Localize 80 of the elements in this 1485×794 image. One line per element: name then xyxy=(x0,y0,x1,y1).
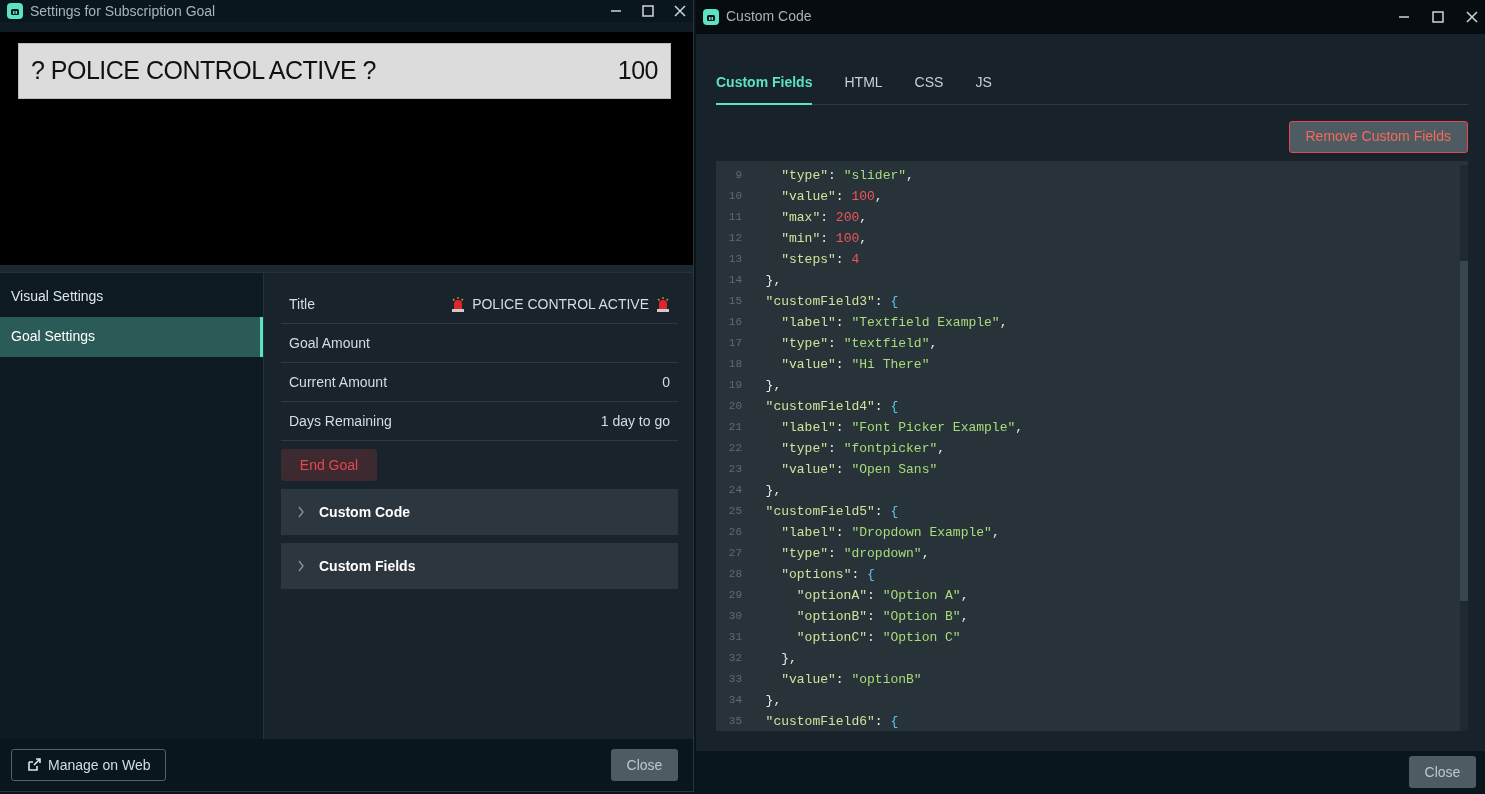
code-line: }, xyxy=(764,376,782,395)
line-number: 30 xyxy=(727,608,743,624)
code-line: "optionC": "Option C" xyxy=(795,628,961,647)
line-number: 17 xyxy=(727,335,743,351)
line-number: 14 xyxy=(727,272,743,288)
code-line: "value": "optionB" xyxy=(780,670,922,689)
line-number: 32 xyxy=(727,650,743,666)
code-line: "customField4": { xyxy=(764,397,899,416)
accordion-header[interactable]: Custom Code xyxy=(281,489,678,535)
field-label: Goal Amount xyxy=(289,333,370,353)
line-number: 10 xyxy=(727,188,743,204)
line-number: 34 xyxy=(727,692,743,708)
field-value: 1 day to go xyxy=(600,411,670,431)
code-line: "value": "Open Sans" xyxy=(780,460,938,479)
goal-label: ? POLICE CONTROL ACTIVE ? xyxy=(31,55,376,87)
tab[interactable]: JS xyxy=(975,71,992,105)
code-line: "max": 200, xyxy=(780,208,868,227)
code-line: "optionB": "Option B", xyxy=(795,607,969,626)
code-line: "customField3": { xyxy=(764,292,899,311)
close-icon[interactable] xyxy=(1466,10,1478,23)
code-line: "min": 100, xyxy=(780,229,868,248)
code-line: }, xyxy=(764,271,782,290)
code-line: "optionA": "Option A", xyxy=(795,586,969,605)
sidebar-item[interactable]: Visual Settings xyxy=(0,276,263,317)
code-line: }, xyxy=(780,649,797,668)
field-label: Days Remaining xyxy=(289,411,392,431)
close-button[interactable]: Close xyxy=(611,749,678,781)
chevron-icon xyxy=(297,560,305,572)
accordion-header[interactable]: Custom Fields xyxy=(281,543,678,589)
field-value: POLICE CONTROL ACTIVE xyxy=(472,294,649,314)
line-number: 15 xyxy=(727,293,743,309)
window-title: Custom Code xyxy=(726,7,812,27)
tab[interactable]: HTML xyxy=(844,71,883,105)
line-number: 33 xyxy=(727,671,743,687)
code-line: }, xyxy=(764,691,782,710)
field-label: Title xyxy=(289,294,315,314)
code-line: "type": "dropdown", xyxy=(780,544,930,563)
external-link-icon xyxy=(27,758,41,772)
sidebar-item[interactable]: Goal Settings xyxy=(0,316,263,357)
code-line: "type": "slider", xyxy=(780,166,914,185)
manage-on-web-button[interactable]: Manage on Web xyxy=(11,749,167,781)
field-label: Current Amount xyxy=(289,372,388,392)
code-line: }, xyxy=(764,481,782,500)
close-icon[interactable] xyxy=(674,5,686,17)
code-line: "options": { xyxy=(780,565,875,584)
maximize-icon[interactable] xyxy=(1432,10,1444,23)
field-value: 0 xyxy=(662,372,670,392)
line-number: 16 xyxy=(727,314,743,330)
code-line: "customField6": { xyxy=(764,712,899,731)
tab[interactable]: Custom Fields xyxy=(716,71,813,105)
code-line: "steps": 4 xyxy=(780,250,860,269)
code-line: "customField5": { xyxy=(764,502,899,521)
app-logo xyxy=(7,3,23,19)
code-line: "value": 100, xyxy=(780,187,883,206)
line-number: 13 xyxy=(727,251,743,267)
code-line: "type": "textfield", xyxy=(780,334,938,353)
line-number: 19 xyxy=(727,377,743,393)
code-line: "label": "Dropdown Example", xyxy=(780,523,1000,542)
code-line: "type": "fontpicker", xyxy=(780,439,946,458)
line-number: 27 xyxy=(727,545,743,561)
close-button[interactable]: Close xyxy=(1409,756,1476,789)
line-number: 31 xyxy=(727,629,743,645)
scrollbar-thumb[interactable] xyxy=(1460,260,1468,601)
line-number: 24 xyxy=(727,482,743,498)
siren-icon xyxy=(451,296,466,312)
window-title: Settings for Subscription Goal xyxy=(30,1,216,21)
code-line: "label": "Font Picker Example", xyxy=(780,418,1024,437)
app-logo xyxy=(703,8,719,25)
chevron-icon xyxy=(297,506,305,518)
line-number: 18 xyxy=(727,356,743,372)
line-number: 35 xyxy=(727,713,743,729)
maximize-icon[interactable] xyxy=(642,5,654,17)
line-number: 11 xyxy=(727,209,743,225)
code-line: "label": "Textfield Example", xyxy=(780,313,1008,332)
line-number: 23 xyxy=(727,461,743,477)
goal-amount: 100 xyxy=(617,55,658,87)
code-line: "value": "Hi There" xyxy=(780,355,930,374)
siren-icon xyxy=(656,296,670,312)
line-number: 12 xyxy=(727,230,743,246)
tab[interactable]: CSS xyxy=(914,71,944,105)
